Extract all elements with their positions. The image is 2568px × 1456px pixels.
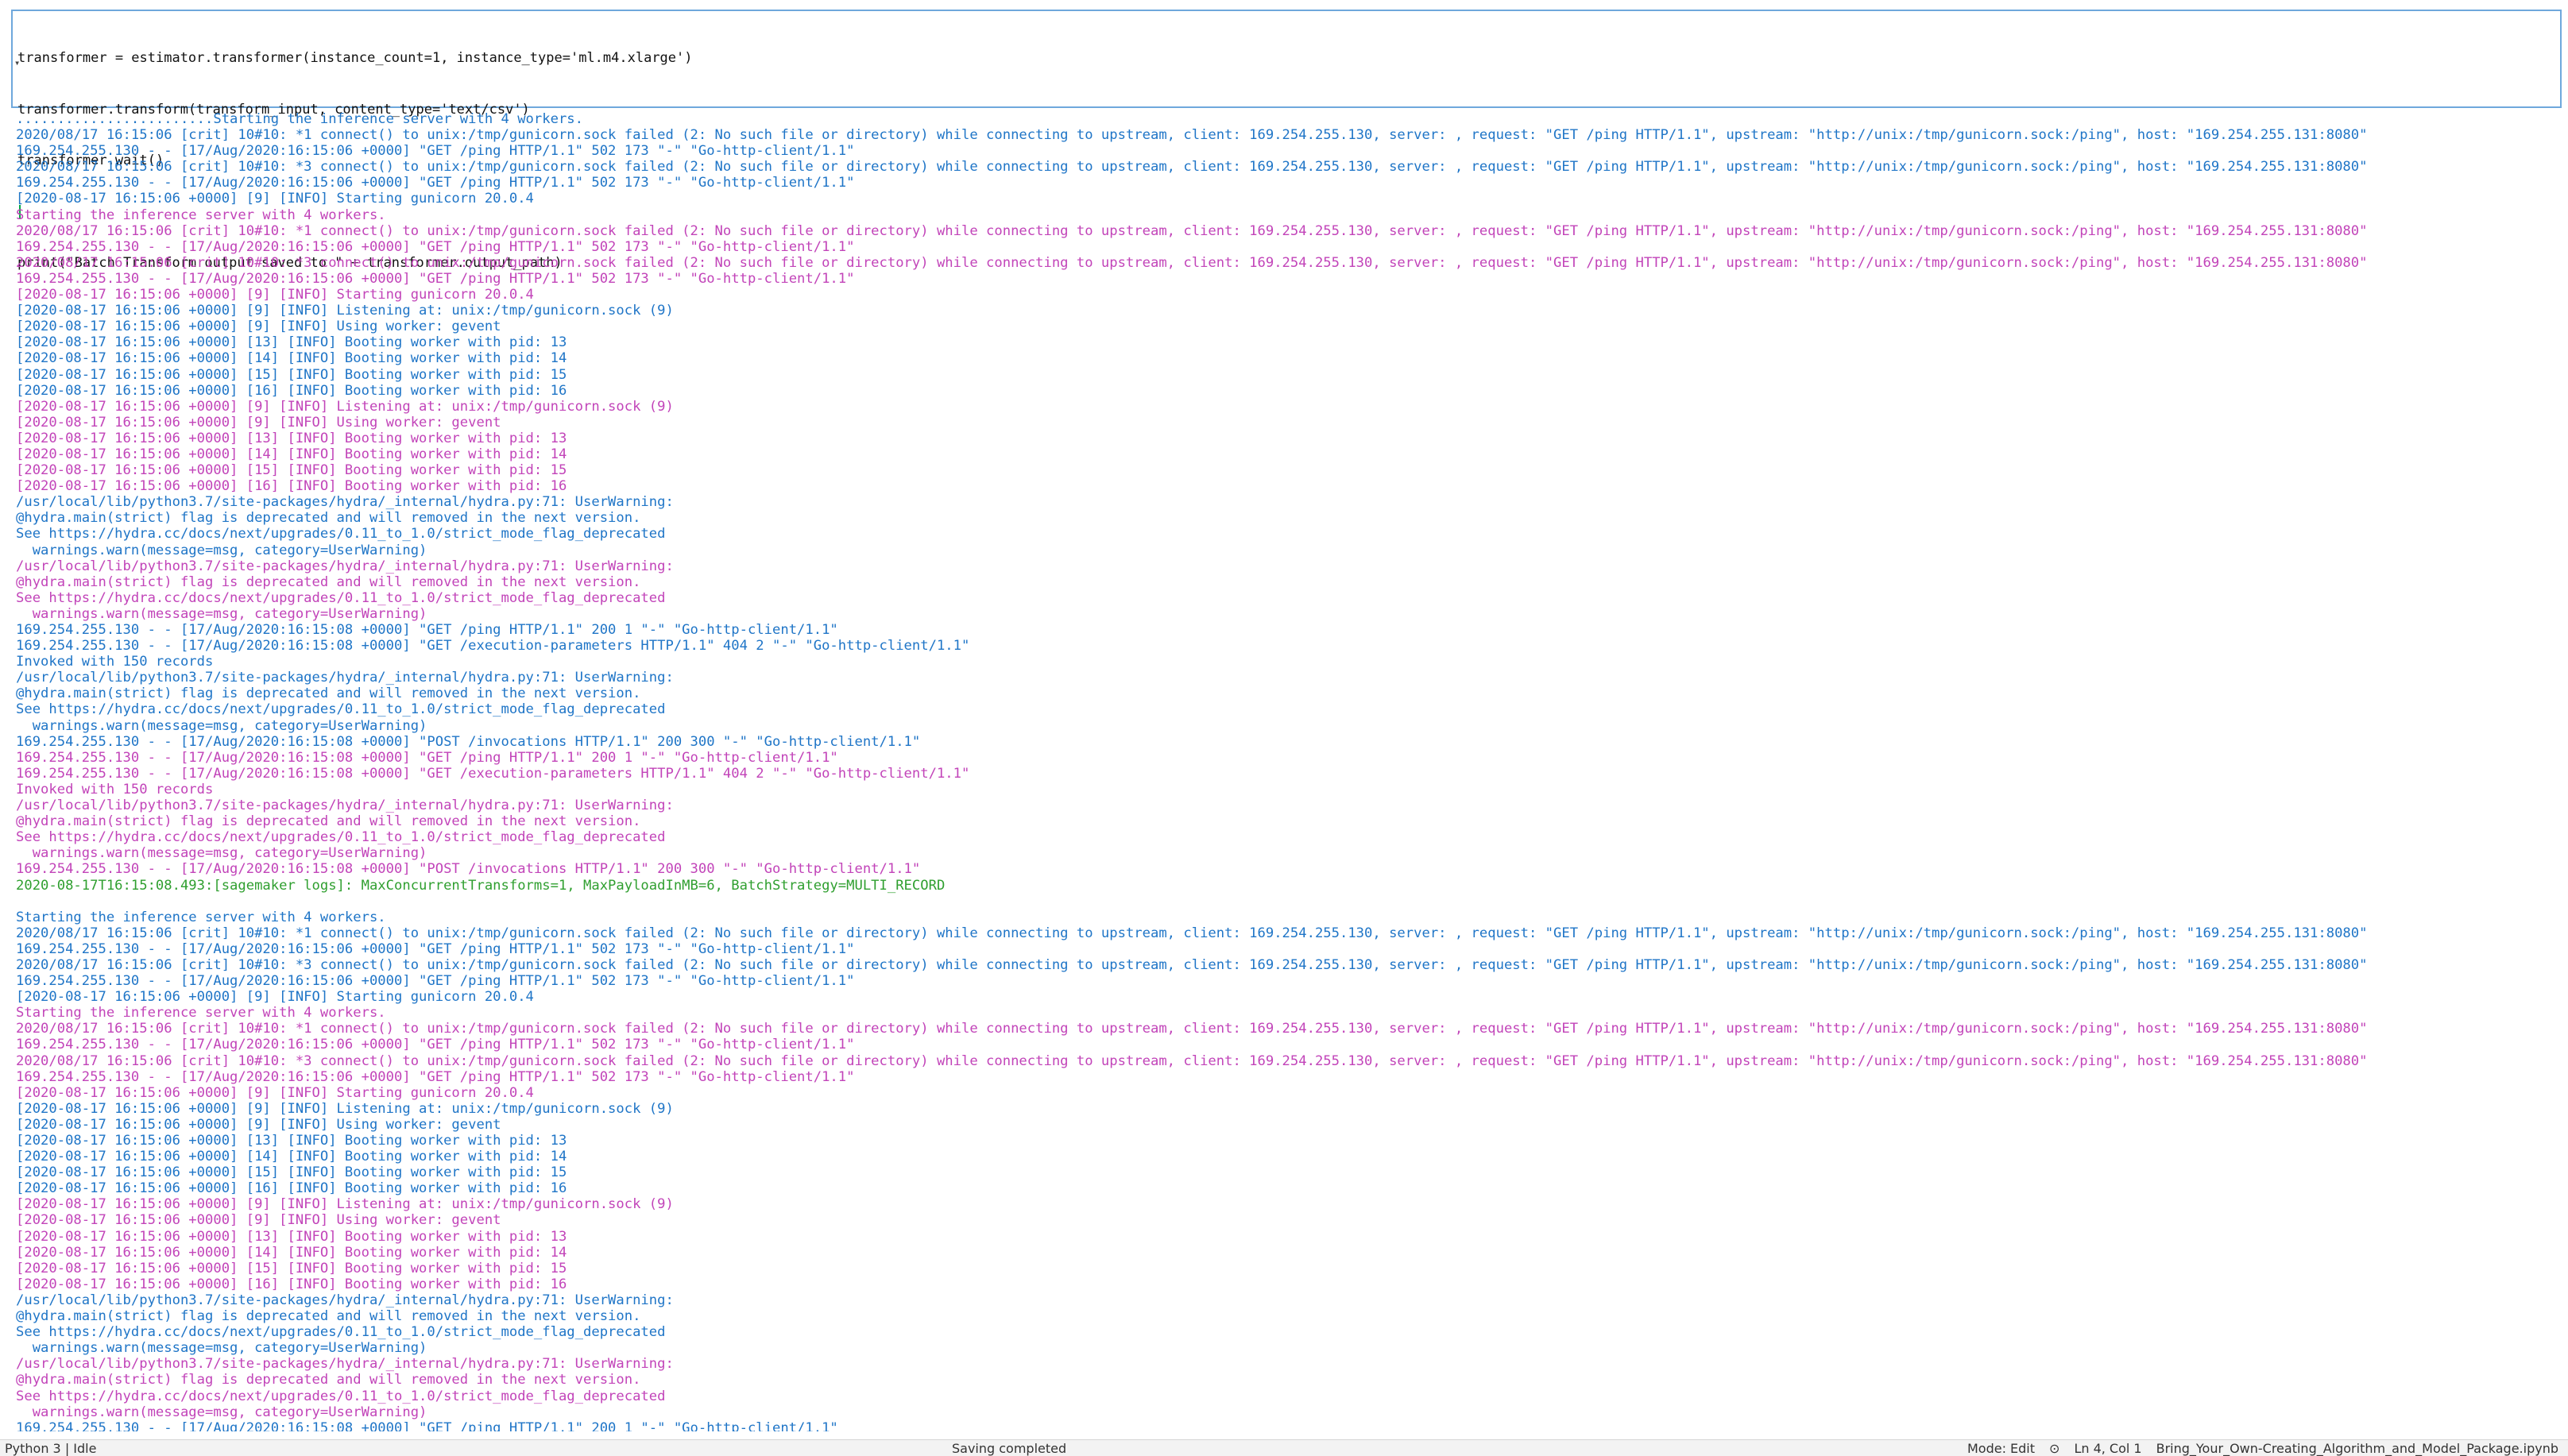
output-line: [2020-08-17 16:15:06 +0000] [15] [INFO] … [16,366,567,383]
output-line: Starting the inference server with 4 wor… [16,207,386,223]
output-line: 169.254.255.130 - - [17/Aug/2020:16:15:0… [16,622,838,638]
output-line: [2020-08-17 16:15:06 +0000] [13] [INFO] … [16,334,567,351]
output-line: See https://hydra.cc/docs/next/upgrades/… [16,526,666,543]
notebook-filename: Bring_Your_Own-Creating_Algorithm_and_Mo… [2156,1441,2558,1456]
output-line: [2020-08-17 16:15:06 +0000] [9] [INFO] U… [16,1212,501,1229]
output-line: See https://hydra.cc/docs/next/upgrades/… [16,829,666,846]
kernel-status[interactable]: Python 3 | Idle [5,1441,96,1456]
output-line: [2020-08-17 16:15:06 +0000] [9] [INFO] U… [16,319,501,335]
output-line: 169.254.255.130 - - [17/Aug/2020:16:15:0… [16,270,855,287]
output-line: @hydra.main(strict) flag is deprecated a… [16,686,641,702]
output-line: [2020-08-17 16:15:06 +0000] [16] [INFO] … [16,1180,567,1197]
output-line: [2020-08-17 16:15:06 +0000] [9] [INFO] U… [16,414,501,431]
output-line: [2020-08-17 16:15:06 +0000] [14] [INFO] … [16,1244,567,1261]
output-line: [2020-08-17 16:15:06 +0000] [13] [INFO] … [16,1133,567,1149]
output-line: warnings.warn(message=msg, category=User… [16,845,427,862]
output-line: 2020/08/17 16:15:06 [crit] 10#10: *1 con… [16,1021,2368,1037]
output-line: @hydra.main(strict) flag is deprecated a… [16,1308,641,1325]
output-line: Starting the inference server with 4 wor… [16,909,386,925]
output-line: 169.254.255.130 - - [17/Aug/2020:16:15:0… [16,861,921,878]
output-line: 169.254.255.130 - - [17/Aug/2020:16:15:0… [16,973,855,990]
output-line: 169.254.255.130 - - [17/Aug/2020:16:15:0… [16,749,838,766]
output-line: warnings.warn(message=msg, category=User… [16,605,427,622]
editor-mode[interactable]: Mode: Edit [1967,1441,2035,1456]
output-line: 2020/08/17 16:15:06 [crit] 10#10: *3 con… [16,956,2368,973]
output-line: warnings.warn(message=msg, category=User… [16,1340,427,1357]
code-cell-editor[interactable]: ▾ transformer = estimator.transformer(in… [11,10,2562,271]
output-line: [2020-08-17 16:15:06 +0000] [9] [INFO] L… [16,398,674,415]
output-line: 2020/08/17 16:15:06 [crit] 10#10: *1 con… [16,127,2368,144]
save-status: Saving completed [952,1441,1067,1456]
output-line: /usr/local/lib/python3.7/site-packages/h… [16,558,674,574]
output-line: [2020-08-17 16:15:06 +0000] [9] [INFO] L… [16,1100,674,1117]
output-line: /usr/local/lib/python3.7/site-packages/h… [16,670,674,686]
output-line: 169.254.255.130 - - [17/Aug/2020:16:15:0… [16,733,921,750]
output-line: See https://hydra.cc/docs/next/upgrades/… [16,1388,666,1404]
cell-output-area: ........................Starting the inf… [16,111,2558,1431]
output-line: 2020/08/17 16:15:06 [crit] 10#10: *3 con… [16,254,2368,271]
output-line: 169.254.255.130 - - [17/Aug/2020:16:15:0… [16,1037,855,1053]
output-line: Invoked with 150 records [16,781,214,798]
output-line: 169.254.255.130 - - [17/Aug/2020:16:15:0… [16,143,855,160]
output-line: 2020/08/17 16:15:06 [crit] 10#10: *3 con… [16,1052,2368,1069]
output-line: warnings.warn(message=msg, category=User… [16,542,427,558]
output-line: 2020/08/17 16:15:06 [crit] 10#10: *1 con… [16,925,2368,941]
output-line: @hydra.main(strict) flag is deprecated a… [16,1372,641,1388]
output-line: [2020-08-17 16:15:06 +0000] [14] [INFO] … [16,350,567,367]
output-line: ........................Starting the inf… [16,111,583,127]
status-bar: Python 3 | Idle Saving completed Mode: E… [0,1439,2568,1456]
output-line: /usr/local/lib/python3.7/site-packages/h… [16,798,674,814]
output-line: [2020-08-17 16:15:06 +0000] [14] [INFO] … [16,446,567,462]
output-line: 2020/08/17 16:15:06 [crit] 10#10: *3 con… [16,159,2368,176]
output-line: [2020-08-17 16:15:06 +0000] [9] [INFO] L… [16,303,674,319]
output-line: [2020-08-17 16:15:06 +0000] [9] [INFO] L… [16,1196,674,1213]
output-line: 169.254.255.130 - - [17/Aug/2020:16:15:0… [16,638,970,655]
output-line: [2020-08-17 16:15:06 +0000] [9] [INFO] S… [16,191,534,207]
globe-icon: ⊙ [2049,1441,2060,1456]
output-line: See https://hydra.cc/docs/next/upgrades/… [16,1324,666,1341]
output-line: warnings.warn(message=msg, category=User… [16,1404,427,1420]
output-line: Starting the inference server with 4 wor… [16,1005,386,1022]
output-line: [2020-08-17 16:15:06 +0000] [13] [INFO] … [16,430,567,446]
output-line: [2020-08-17 16:15:06 +0000] [15] [INFO] … [16,1164,567,1181]
output-line: See https://hydra.cc/docs/next/upgrades/… [16,589,666,606]
output-line: [2020-08-17 16:15:06 +0000] [9] [INFO] S… [16,1084,534,1101]
output-line: [2020-08-17 16:15:06 +0000] [9] [INFO] S… [16,989,534,1006]
output-line: /usr/local/lib/python3.7/site-packages/h… [16,1356,674,1373]
output-line: [2020-08-17 16:15:06 +0000] [9] [INFO] U… [16,1116,501,1133]
output-line: 169.254.255.130 - - [17/Aug/2020:16:15:0… [16,175,855,191]
output-line: @hydra.main(strict) flag is deprecated a… [16,813,641,830]
output-line: 169.254.255.130 - - [17/Aug/2020:16:15:0… [16,940,855,957]
output-line: [2020-08-17 16:15:06 +0000] [14] [INFO] … [16,1149,567,1165]
output-line: [2020-08-17 16:15:06 +0000] [16] [INFO] … [16,478,567,495]
output-line: 169.254.255.130 - - [17/Aug/2020:16:15:0… [16,238,855,255]
output-line: [2020-08-17 16:15:06 +0000] [13] [INFO] … [16,1228,567,1245]
output-line: 169.254.255.130 - - [17/Aug/2020:16:15:0… [16,1068,855,1085]
output-line: /usr/local/lib/python3.7/site-packages/h… [16,1292,674,1308]
cursor-position[interactable]: Ln 4, Col 1 [2074,1441,2141,1456]
output-line: [2020-08-17 16:15:06 +0000] [15] [INFO] … [16,462,567,479]
output-line: Invoked with 150 records [16,654,214,670]
output-line: 2020/08/17 16:15:06 [crit] 10#10: *1 con… [16,222,2368,239]
output-line: [2020-08-17 16:15:06 +0000] [16] [INFO] … [16,1276,567,1292]
output-line: 2020-08-17T16:15:08.493:[sagemaker logs]… [16,877,946,894]
code-line: transformer = estimator.transformer(inst… [17,50,693,66]
output-line: warnings.warn(message=msg, category=User… [16,717,427,734]
output-line: [2020-08-17 16:15:06 +0000] [16] [INFO] … [16,382,567,399]
output-line: See https://hydra.cc/docs/next/upgrades/… [16,701,666,718]
output-line: /usr/local/lib/python3.7/site-packages/h… [16,494,674,511]
output-line: [2020-08-17 16:15:06 +0000] [9] [INFO] S… [16,287,534,303]
output-line: @hydra.main(strict) flag is deprecated a… [16,510,641,527]
output-line: 169.254.255.130 - - [17/Aug/2020:16:15:0… [16,1419,838,1431]
output-line: @hydra.main(strict) flag is deprecated a… [16,574,641,590]
output-line: 169.254.255.130 - - [17/Aug/2020:16:15:0… [16,765,970,782]
output-line: [2020-08-17 16:15:06 +0000] [15] [INFO] … [16,1260,567,1276]
